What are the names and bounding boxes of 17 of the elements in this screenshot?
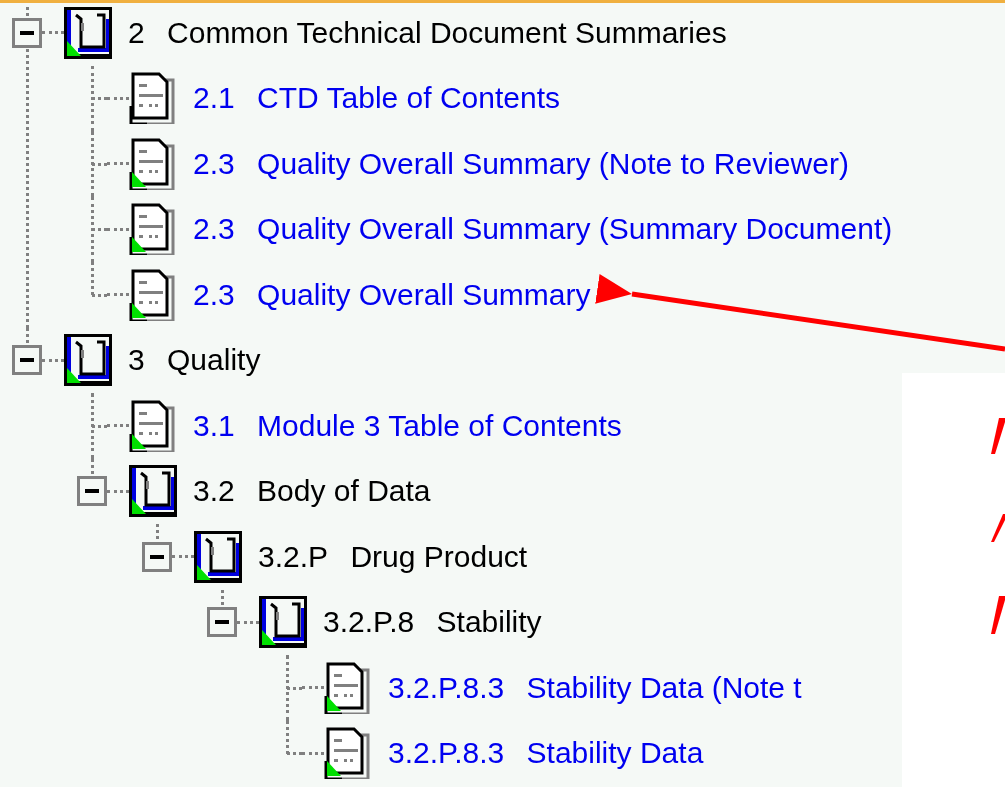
folder-label[interactable]: 2 Common Technical Document Summaries [128, 14, 727, 51]
folder-label[interactable]: 3.2 Body of Data [193, 473, 431, 510]
document-link[interactable]: 3.2.P.8.3 Stability Data [388, 735, 704, 772]
document-link[interactable]: 2.1 CTD Table of Contents [193, 80, 560, 117]
document-link[interactable]: 2.3 Quality Overall Summary [193, 276, 591, 313]
document-link[interactable]: 3.1 Module 3 Table of Contents [193, 407, 622, 444]
document-link[interactable]: 2.3 Quality Overall Summary (Summary Document) [193, 211, 893, 248]
expander-toggle[interactable] [12, 345, 42, 376]
expander-toggle[interactable] [12, 17, 42, 48]
expander-toggle[interactable] [77, 476, 107, 507]
folder-label[interactable]: 3.2.P Drug Product [258, 538, 528, 575]
expander-toggle[interactable] [142, 541, 172, 572]
folder-label[interactable]: 3 Quality [128, 342, 261, 379]
document-link[interactable]: 2.3 Quality Overall Summary (Note to Reviewer) [193, 145, 849, 182]
expander-toggle[interactable] [207, 607, 237, 638]
folder-label[interactable]: 3.2.P.8 Stability [323, 604, 542, 641]
document-link[interactable]: 3.2.P.8.3 Stability Data (Note t [388, 669, 802, 706]
